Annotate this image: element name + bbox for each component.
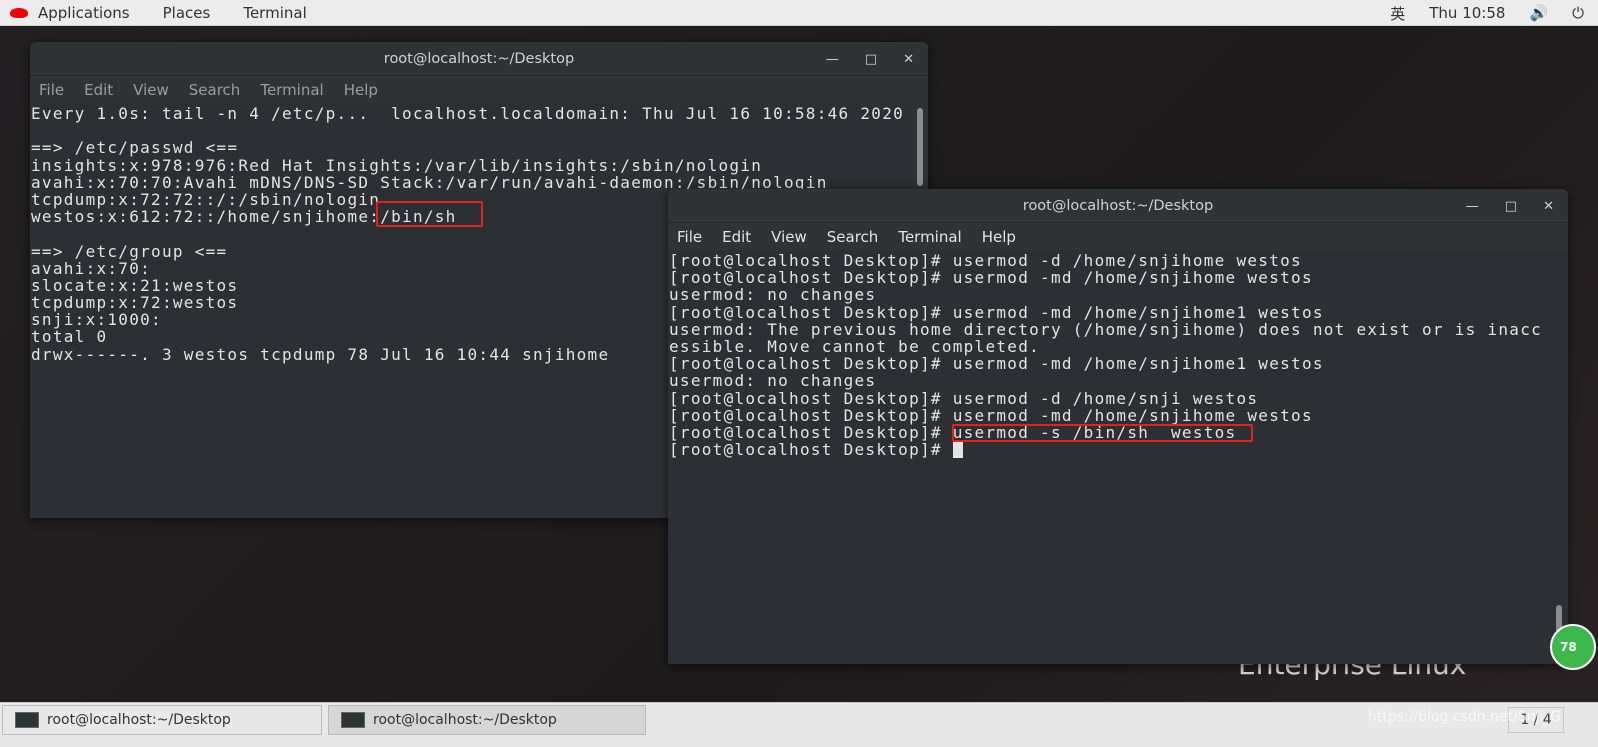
- menu-edit[interactable]: Edit: [722, 228, 751, 246]
- terminal-line: [root@localhost Desktop]# usermod -md /h…: [669, 405, 1313, 425]
- floating-badge[interactable]: 78: [1550, 624, 1596, 670]
- cursor: [952, 442, 963, 459]
- window-title: root@localhost:~/Desktop: [383, 50, 575, 67]
- menu-bar: File Edit View Search Terminal Help: [668, 223, 1568, 250]
- redhat-logo-icon: [10, 7, 28, 18]
- window-title: root@localhost:~/Desktop: [1022, 197, 1214, 214]
- menu-view[interactable]: View: [133, 81, 169, 99]
- terminal-line: essible. Move cannot be completed.: [669, 336, 1041, 356]
- terminal-line: [root@localhost Desktop]# usermod -md /h…: [669, 354, 1324, 374]
- highlight-box: [376, 201, 483, 227]
- input-method-indicator[interactable]: 英: [1390, 3, 1405, 24]
- menu-bar: File Edit View Search Terminal Help: [30, 76, 928, 103]
- maximize-icon[interactable]: □: [865, 52, 877, 67]
- terminal-line: insights:x:978:976:Red Hat Insights:/var…: [31, 155, 763, 175]
- terminal-icon: [341, 712, 365, 728]
- menu-search[interactable]: Search: [827, 228, 879, 246]
- window-titlebar[interactable]: root@localhost:~/Desktop — □ ✕: [668, 189, 1568, 223]
- terminal-line: [root@localhost Desktop]# usermod -d /ho…: [669, 251, 1302, 270]
- clock[interactable]: Thu 10:58: [1429, 4, 1505, 22]
- menu-terminal[interactable]: Terminal: [898, 228, 961, 246]
- terminal-line: usermod: The previous home directory (/h…: [669, 319, 1543, 339]
- terminal-line: [root@localhost Desktop]# usermod -md /h…: [669, 302, 1324, 322]
- terminal-app-menu[interactable]: Terminal: [243, 4, 306, 22]
- task-label: root@localhost:~/Desktop: [373, 712, 557, 728]
- menu-terminal[interactable]: Terminal: [260, 81, 323, 99]
- menu-file[interactable]: File: [677, 228, 702, 246]
- close-icon[interactable]: ✕: [903, 52, 914, 67]
- watermark: https://blog.csdn.net/Snji_G: [1368, 709, 1562, 725]
- terminal-line: [root@localhost Desktop]# usermod -md /h…: [669, 268, 1313, 288]
- terminal-line: [root@localhost Desktop]#: [669, 441, 1568, 458]
- scrollbar[interactable]: [917, 108, 923, 186]
- close-icon[interactable]: ✕: [1543, 199, 1554, 214]
- minimize-icon[interactable]: —: [1466, 199, 1479, 214]
- power-icon[interactable]: ⏻: [1572, 4, 1584, 22]
- terminal-line: [root@localhost Desktop]# usermod -d /ho…: [669, 388, 1259, 408]
- volume-icon[interactable]: 🔊: [1529, 4, 1548, 22]
- terminal-line: usermod: no changes: [669, 285, 877, 305]
- menu-view[interactable]: View: [771, 228, 807, 246]
- minimize-icon[interactable]: —: [826, 52, 839, 67]
- menu-help[interactable]: Help: [344, 81, 378, 99]
- menu-file[interactable]: File: [39, 81, 64, 99]
- taskbar-item[interactable]: root@localhost:~/Desktop: [2, 705, 322, 735]
- terminal-window-shell[interactable]: root@localhost:~/Desktop — □ ✕ File Edit V…: [668, 189, 1568, 664]
- menu-search[interactable]: Search: [189, 81, 241, 99]
- top-bar: Applications Places Terminal 英 Thu 10:58…: [0, 0, 1598, 26]
- maximize-icon[interactable]: □: [1505, 199, 1517, 214]
- task-label: root@localhost:~/Desktop: [47, 712, 231, 728]
- terminal-line: Every 1.0s: tail -n 4 /etc/p... localhos…: [31, 104, 905, 123]
- menu-edit[interactable]: Edit: [84, 81, 113, 99]
- places-menu[interactable]: Places: [163, 4, 211, 22]
- window-titlebar[interactable]: root@localhost:~/Desktop — □ ✕: [30, 42, 928, 76]
- applications-menu[interactable]: Applications: [38, 4, 130, 22]
- terminal-line: usermod: no changes: [669, 371, 877, 391]
- taskbar: root@localhost:~/Desktop root@localhost:…: [0, 702, 1598, 747]
- highlight-box: [952, 424, 1253, 442]
- terminal-icon: [15, 712, 39, 728]
- taskbar-item-active[interactable]: root@localhost:~/Desktop: [328, 705, 646, 735]
- terminal-line: ==> /etc/passwd <==: [31, 138, 239, 158]
- menu-help[interactable]: Help: [982, 228, 1016, 246]
